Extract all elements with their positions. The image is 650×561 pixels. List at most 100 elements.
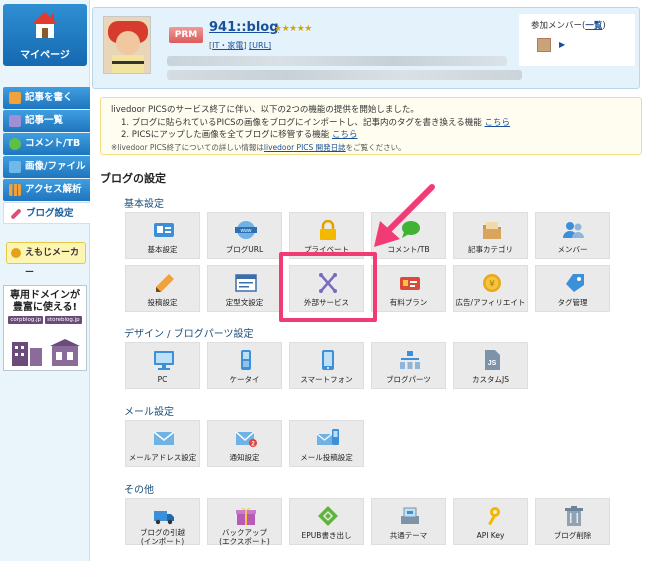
image-icon	[9, 161, 21, 173]
members-list-link[interactable]: 一覧	[585, 21, 602, 31]
tile-tag-management[interactable]: タグ管理	[535, 265, 610, 312]
ad-domain-1: corpblog.jp	[8, 316, 44, 324]
tile-design-smartphone[interactable]: スマートフォン	[289, 342, 364, 389]
section-title-other: その他	[124, 485, 154, 496]
emoji-icon	[11, 248, 21, 258]
yen-coin-icon: ¥	[483, 274, 501, 292]
dev-diary-link[interactable]: livedoor PICS 開発日誌	[264, 143, 346, 152]
smartphone-icon	[322, 350, 334, 370]
notice-item-2-link[interactable]: こちら	[332, 130, 358, 140]
blog-category: [IT・家電] [URL]	[209, 40, 271, 51]
tile-label: ブログ削除	[553, 531, 592, 540]
tile-label: バックアップ (エクスポート)	[219, 528, 270, 546]
highlight-box	[279, 252, 377, 322]
sidebar-item-blog-settings[interactable]: ブログ設定	[3, 202, 90, 224]
sidebar-item-label: ブログ設定	[26, 208, 74, 219]
tile-common-theme[interactable]: 共通テーマ	[371, 498, 446, 545]
domain-ad-banner[interactable]: 専用ドメインが 豊富に使える! corpblog.jp storeblog.jp	[3, 285, 87, 371]
members-paren-close: )	[602, 21, 606, 31]
tile-label: ケータイ	[229, 375, 260, 384]
sidebar-menu: 記事を書く 記事一覧 コメント/TB 画像/ファイル アクセス解析 ブログ設定	[3, 87, 90, 225]
pencil-icon	[9, 92, 21, 104]
tag-icon	[566, 274, 584, 292]
house-icon	[32, 12, 58, 38]
tile-label: タグ管理	[557, 298, 588, 307]
tile-blog-import[interactable]: ブログの引越 (インポート)	[125, 498, 200, 546]
tile-design-blog-parts[interactable]: ブログパーツ	[371, 342, 446, 389]
svg-text:¥: ¥	[489, 280, 495, 290]
tile-members[interactable]: メンバー	[535, 212, 610, 259]
tile-paid-plan[interactable]: 有料プラン	[371, 265, 446, 312]
key-icon	[488, 507, 500, 526]
emoji-maker-label: えもじメーカー	[25, 248, 80, 278]
members-panel: 参加メンバー(一覧) ▶	[519, 14, 635, 66]
sidebar-item-analytics[interactable]: アクセス解析	[3, 179, 90, 201]
tile-mail-notify[interactable]: 2 通知設定	[207, 420, 282, 467]
mail-notify-icon: 2	[235, 431, 257, 448]
category-bracket-close: ]	[243, 41, 247, 50]
tile-label: 有料プラン	[389, 298, 428, 307]
tile-label: 広告/アフィリエイト	[455, 298, 526, 307]
sidebar-item-comments[interactable]: コメント/TB	[3, 133, 90, 155]
tile-design-custom-js[interactable]: JS カスタムJS	[453, 342, 528, 389]
tile-label: カスタムJS	[472, 375, 509, 384]
tile-blog-url[interactable]: www ブログURL	[207, 212, 282, 259]
tile-label: PC	[157, 375, 168, 384]
lock-icon	[320, 220, 336, 240]
notice-item-1: 1. ブログに貼られているPICSの画像をブログにインポートし、記事内のタグを書…	[111, 117, 631, 130]
chevron-right-icon[interactable]: ▶	[559, 40, 565, 49]
sidebar-item-articles[interactable]: 記事一覧	[3, 110, 90, 132]
tile-mail-address[interactable]: メールアドレス設定	[125, 420, 200, 467]
notice-item-2-text: 2. PICSにアップした画像を全てブログに移管する機能	[121, 130, 330, 140]
tile-epub-export[interactable]: EPUB書き出し	[289, 498, 364, 545]
tile-label: メンバー	[557, 245, 588, 254]
mypage-button[interactable]: マイページ	[3, 4, 87, 66]
avatar[interactable]	[103, 16, 151, 74]
tile-basic-settings[interactable]: 基本設定	[125, 212, 200, 259]
tile-api-key[interactable]: API Key	[453, 498, 528, 545]
notice-note-pre: ※livedoor PICS終了についての詳しい情報は	[111, 142, 264, 152]
tile-backup-export[interactable]: バックアップ (エクスポート)	[207, 498, 282, 546]
sidebar-item-write[interactable]: 記事を書く	[3, 87, 90, 109]
sidebar-item-images[interactable]: 画像/ファイル	[3, 156, 90, 178]
tile-label: 共通テーマ	[389, 531, 428, 540]
monitor-icon	[154, 351, 174, 370]
tile-design-mobile[interactable]: ケータイ	[207, 342, 282, 389]
ad-domain-2: storeblog.jp	[45, 316, 82, 324]
section-title-basic: 基本設定	[124, 199, 164, 210]
tile-post-settings[interactable]: 投稿設定	[125, 265, 200, 312]
tile-label: 記事カテゴリ	[468, 245, 513, 254]
id-card-icon	[154, 223, 174, 237]
tile-label: 基本設定	[147, 245, 178, 254]
blurred-description	[167, 70, 522, 80]
sidebar-item-label: 画像/ファイル	[25, 161, 86, 172]
svg-text:JS: JS	[488, 360, 497, 367]
pencil-icon	[156, 274, 174, 292]
www-globe-icon: www	[235, 221, 257, 239]
tile-template-text[interactable]: 定型文設定	[207, 265, 282, 312]
tile-article-category[interactable]: 記事カテゴリ	[453, 212, 528, 259]
tile-ads-affiliate[interactable]: ¥ 広告/アフィリエイト	[453, 265, 528, 312]
tile-delete-blog[interactable]: ブログ削除	[535, 498, 610, 545]
tile-label: EPUB書き出し	[301, 531, 352, 540]
emoji-maker-button[interactable]: えもじメーカー	[6, 242, 86, 278]
notice-line-1: livedoor PICSのサービス終了に伴い、以下の2つの機能の提供を開始しま…	[111, 105, 419, 115]
blog-name-link[interactable]: 941::blog	[209, 20, 279, 35]
notice-item-1-text: 1. ブログに貼られているPICSの画像をブログにインポートし、記事内のタグを書…	[121, 117, 482, 128]
template-icon	[235, 274, 257, 292]
feature-phone-icon	[241, 350, 251, 370]
tile-mail-post[interactable]: メール投稿設定	[289, 420, 364, 467]
url-link[interactable]: [URL]	[249, 41, 271, 50]
notice-item-1-link[interactable]: こちら	[484, 118, 510, 128]
sidebar-item-label: コメント/TB	[25, 138, 81, 149]
tile-design-pc[interactable]: PC	[125, 342, 200, 389]
folder-icon	[483, 222, 501, 239]
notice-note: ※livedoor PICS終了についての詳しい情報はlivedoor PICS…	[111, 142, 631, 155]
svg-text:www: www	[241, 228, 252, 234]
member-avatar[interactable]	[537, 38, 551, 52]
chat-bubble-icon	[9, 138, 21, 150]
members-title: 参加メンバー(一覧)	[531, 19, 606, 31]
category-link[interactable]: IT・家電	[212, 41, 243, 50]
avatar-image	[104, 17, 150, 73]
tile-label: API Key	[476, 531, 505, 540]
